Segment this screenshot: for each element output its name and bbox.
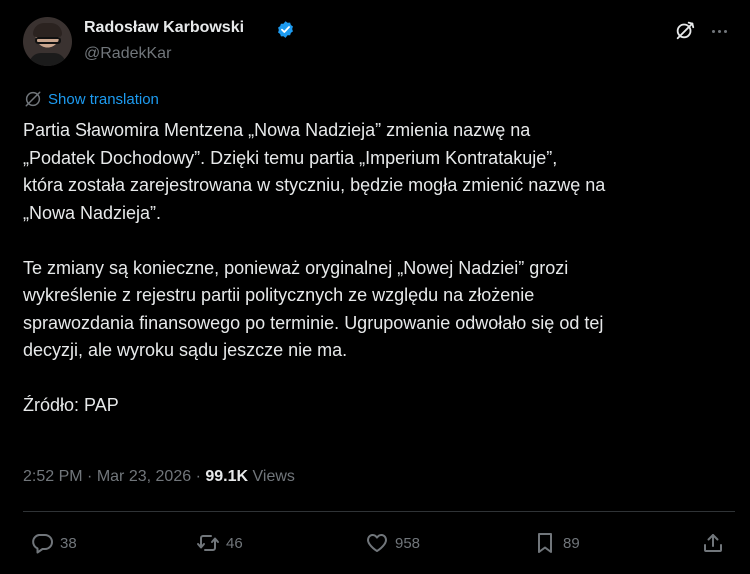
more-icon[interactable] bbox=[708, 22, 730, 40]
text-line: sprawozdania finansowego po terminie. Ug… bbox=[23, 312, 604, 333]
repost-count: 46 bbox=[226, 534, 243, 552]
reply-button[interactable]: 38 bbox=[30, 527, 77, 559]
like-count: 958 bbox=[395, 534, 421, 552]
post-text: Partia Sławomira Mentzena „Nowa Nadzieja… bbox=[23, 117, 735, 420]
reply-count: 38 bbox=[60, 534, 77, 552]
text-line: „Nowa Nadzieja”. bbox=[23, 202, 162, 223]
views-count: 99.1K bbox=[205, 468, 249, 485]
text-line: Partia Sławomira Mentzena „Nowa Nadzieja… bbox=[23, 120, 531, 140]
post: Radosław Karbowski @RadekKar Show transl… bbox=[0, 0, 750, 574]
author-handle[interactable]: @RadekKar bbox=[84, 45, 171, 63]
avatar[interactable] bbox=[23, 17, 72, 66]
translate-icon bbox=[25, 91, 41, 107]
share-button[interactable] bbox=[701, 527, 725, 559]
bookmark-count: 89 bbox=[563, 534, 580, 552]
bookmark-icon bbox=[538, 533, 552, 553]
views-label: Views bbox=[252, 468, 295, 485]
repost-icon bbox=[197, 535, 219, 551]
verified-badge-icon bbox=[278, 21, 293, 38]
divider bbox=[23, 511, 735, 512]
repost-button[interactable]: 46 bbox=[196, 527, 243, 559]
action-bar: 38 46 958 89 bbox=[0, 527, 750, 559]
author-name[interactable]: Radosław Karbowski bbox=[84, 19, 244, 37]
post-meta: 2:52 PM · Mar 23, 2026 · 99.1K Views bbox=[23, 468, 295, 486]
text-line: Źródło: PAP bbox=[23, 395, 119, 415]
grok-icon[interactable] bbox=[674, 19, 696, 41]
post-date[interactable]: Mar 23, 2026 bbox=[97, 468, 191, 485]
text-line: Te zmiany są konieczne, ponieważ orygina… bbox=[23, 257, 569, 278]
post-time[interactable]: 2:52 PM bbox=[23, 468, 83, 485]
show-translation-link[interactable]: Show translation bbox=[24, 90, 159, 108]
bookmark-button[interactable]: 89 bbox=[533, 527, 580, 559]
meta-separator: · bbox=[87, 468, 93, 485]
like-button[interactable]: 958 bbox=[365, 527, 420, 559]
meta-separator: · bbox=[195, 468, 201, 485]
share-icon bbox=[704, 534, 722, 552]
text-line: która została zarejestrowana w styczniu,… bbox=[23, 175, 606, 195]
text-line: „Podatek Dochodowy”. Dzięki temu partia … bbox=[23, 147, 558, 168]
text-line: decyzji, ale wyroku sądu jeszcze nie ma. bbox=[23, 340, 348, 360]
text-line: wykreślenie z rejestru partii polityczny… bbox=[23, 285, 535, 305]
show-translation-label[interactable]: Show translation bbox=[48, 91, 159, 108]
reply-icon bbox=[32, 534, 53, 554]
like-icon bbox=[367, 534, 387, 552]
